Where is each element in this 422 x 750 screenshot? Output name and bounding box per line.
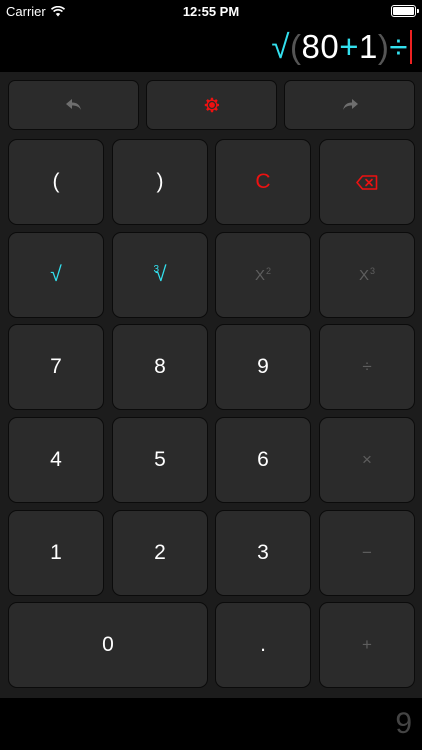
expr-sqrt-symbol: √ — [271, 28, 291, 65]
digit-8-button[interactable]: 8 — [112, 324, 208, 410]
result-value: 9 — [395, 707, 412, 740]
expr-number-80: 80 — [301, 28, 340, 65]
plus-button[interactable]: + — [319, 602, 415, 688]
expression-display[interactable]: √ ( 80 + 1 ) ÷ — [0, 22, 422, 72]
divide-label: ÷ — [362, 357, 372, 376]
cube-button[interactable]: X3 — [319, 232, 415, 318]
close-paren-button[interactable]: ) — [112, 139, 208, 225]
expr-close-paren: ) — [377, 28, 390, 65]
digit-2-button[interactable]: 2 — [112, 510, 208, 596]
square-base: X — [254, 266, 265, 284]
digit-6-label: 6 — [257, 448, 269, 471]
plus-label: + — [362, 635, 372, 654]
cube-exponent: 3 — [370, 265, 376, 276]
digit-2-label: 2 — [154, 541, 166, 564]
digit-8-label: 8 — [154, 355, 166, 378]
expr-number-1: 1 — [359, 28, 378, 65]
multiply-label: × — [362, 450, 372, 469]
divide-button[interactable]: ÷ — [319, 324, 415, 410]
close-paren-label: ) — [156, 170, 164, 193]
cube-label: X3 — [358, 265, 376, 284]
expr-plus: + — [339, 28, 360, 65]
digit-5-label: 5 — [154, 448, 166, 471]
redo-arrow-icon — [342, 99, 358, 110]
digit-4-button[interactable]: 4 — [8, 417, 104, 503]
digit-5-button[interactable]: 5 — [112, 417, 208, 503]
square-label: X2 — [254, 265, 272, 284]
multiply-button[interactable]: × — [319, 417, 415, 503]
digit-6-button[interactable]: 6 — [215, 417, 311, 503]
open-paren-label: ( — [52, 170, 60, 193]
battery-icon — [391, 5, 419, 17]
undo-button[interactable] — [8, 80, 139, 130]
minus-label: − — [362, 543, 372, 562]
cbrt-button[interactable]: 3√ — [112, 232, 208, 318]
digit-7-label: 7 — [50, 355, 62, 378]
clear-label: C — [255, 170, 271, 193]
text-cursor — [410, 30, 412, 64]
sqrt-button[interactable]: √ — [8, 232, 104, 318]
redo-button[interactable] — [284, 80, 415, 130]
digit-3-label: 3 — [257, 541, 269, 564]
status-time: 12:55 PM — [182, 4, 240, 19]
square-button[interactable]: X2 — [215, 232, 311, 318]
backspace-button[interactable] — [319, 139, 415, 225]
cbrt-index: 3 — [153, 264, 160, 275]
cube-base: X — [358, 266, 369, 284]
clear-button[interactable]: C — [215, 139, 311, 225]
digit-7-button[interactable]: 7 — [8, 324, 104, 410]
minus-button[interactable]: − — [319, 510, 415, 596]
expr-open-paren: ( — [290, 28, 302, 65]
open-paren-button[interactable]: ( — [8, 139, 104, 225]
digit-1-label: 1 — [50, 541, 62, 564]
decimal-label: . — [260, 633, 266, 656]
digit-0-button[interactable]: 0 — [8, 602, 208, 688]
digit-0-label: 0 — [102, 633, 114, 656]
settings-button[interactable] — [146, 80, 277, 130]
gear-icon — [204, 97, 219, 113]
digit-9-label: 9 — [257, 355, 269, 378]
expr-divide: ÷ — [389, 28, 408, 65]
decimal-button[interactable]: . — [215, 602, 311, 688]
digit-1-button[interactable]: 1 — [8, 510, 104, 596]
result-bar: 9 — [0, 698, 422, 750]
digit-9-button[interactable]: 9 — [215, 324, 311, 410]
keypad: ( ) C √ 3√ X2 X3 7 8 9 ÷ 4 5 6 × 1 2 3 −… — [0, 72, 422, 698]
status-bar: Carrier 12:55 PM — [0, 0, 422, 22]
square-exponent: 2 — [266, 265, 272, 276]
digit-3-button[interactable]: 3 — [215, 510, 311, 596]
cbrt-label: 3√ — [153, 263, 166, 287]
digit-4-label: 4 — [50, 448, 62, 471]
sqrt-label: √ — [50, 263, 62, 286]
backspace-icon — [356, 174, 378, 190]
undo-arrow-icon — [65, 99, 81, 110]
